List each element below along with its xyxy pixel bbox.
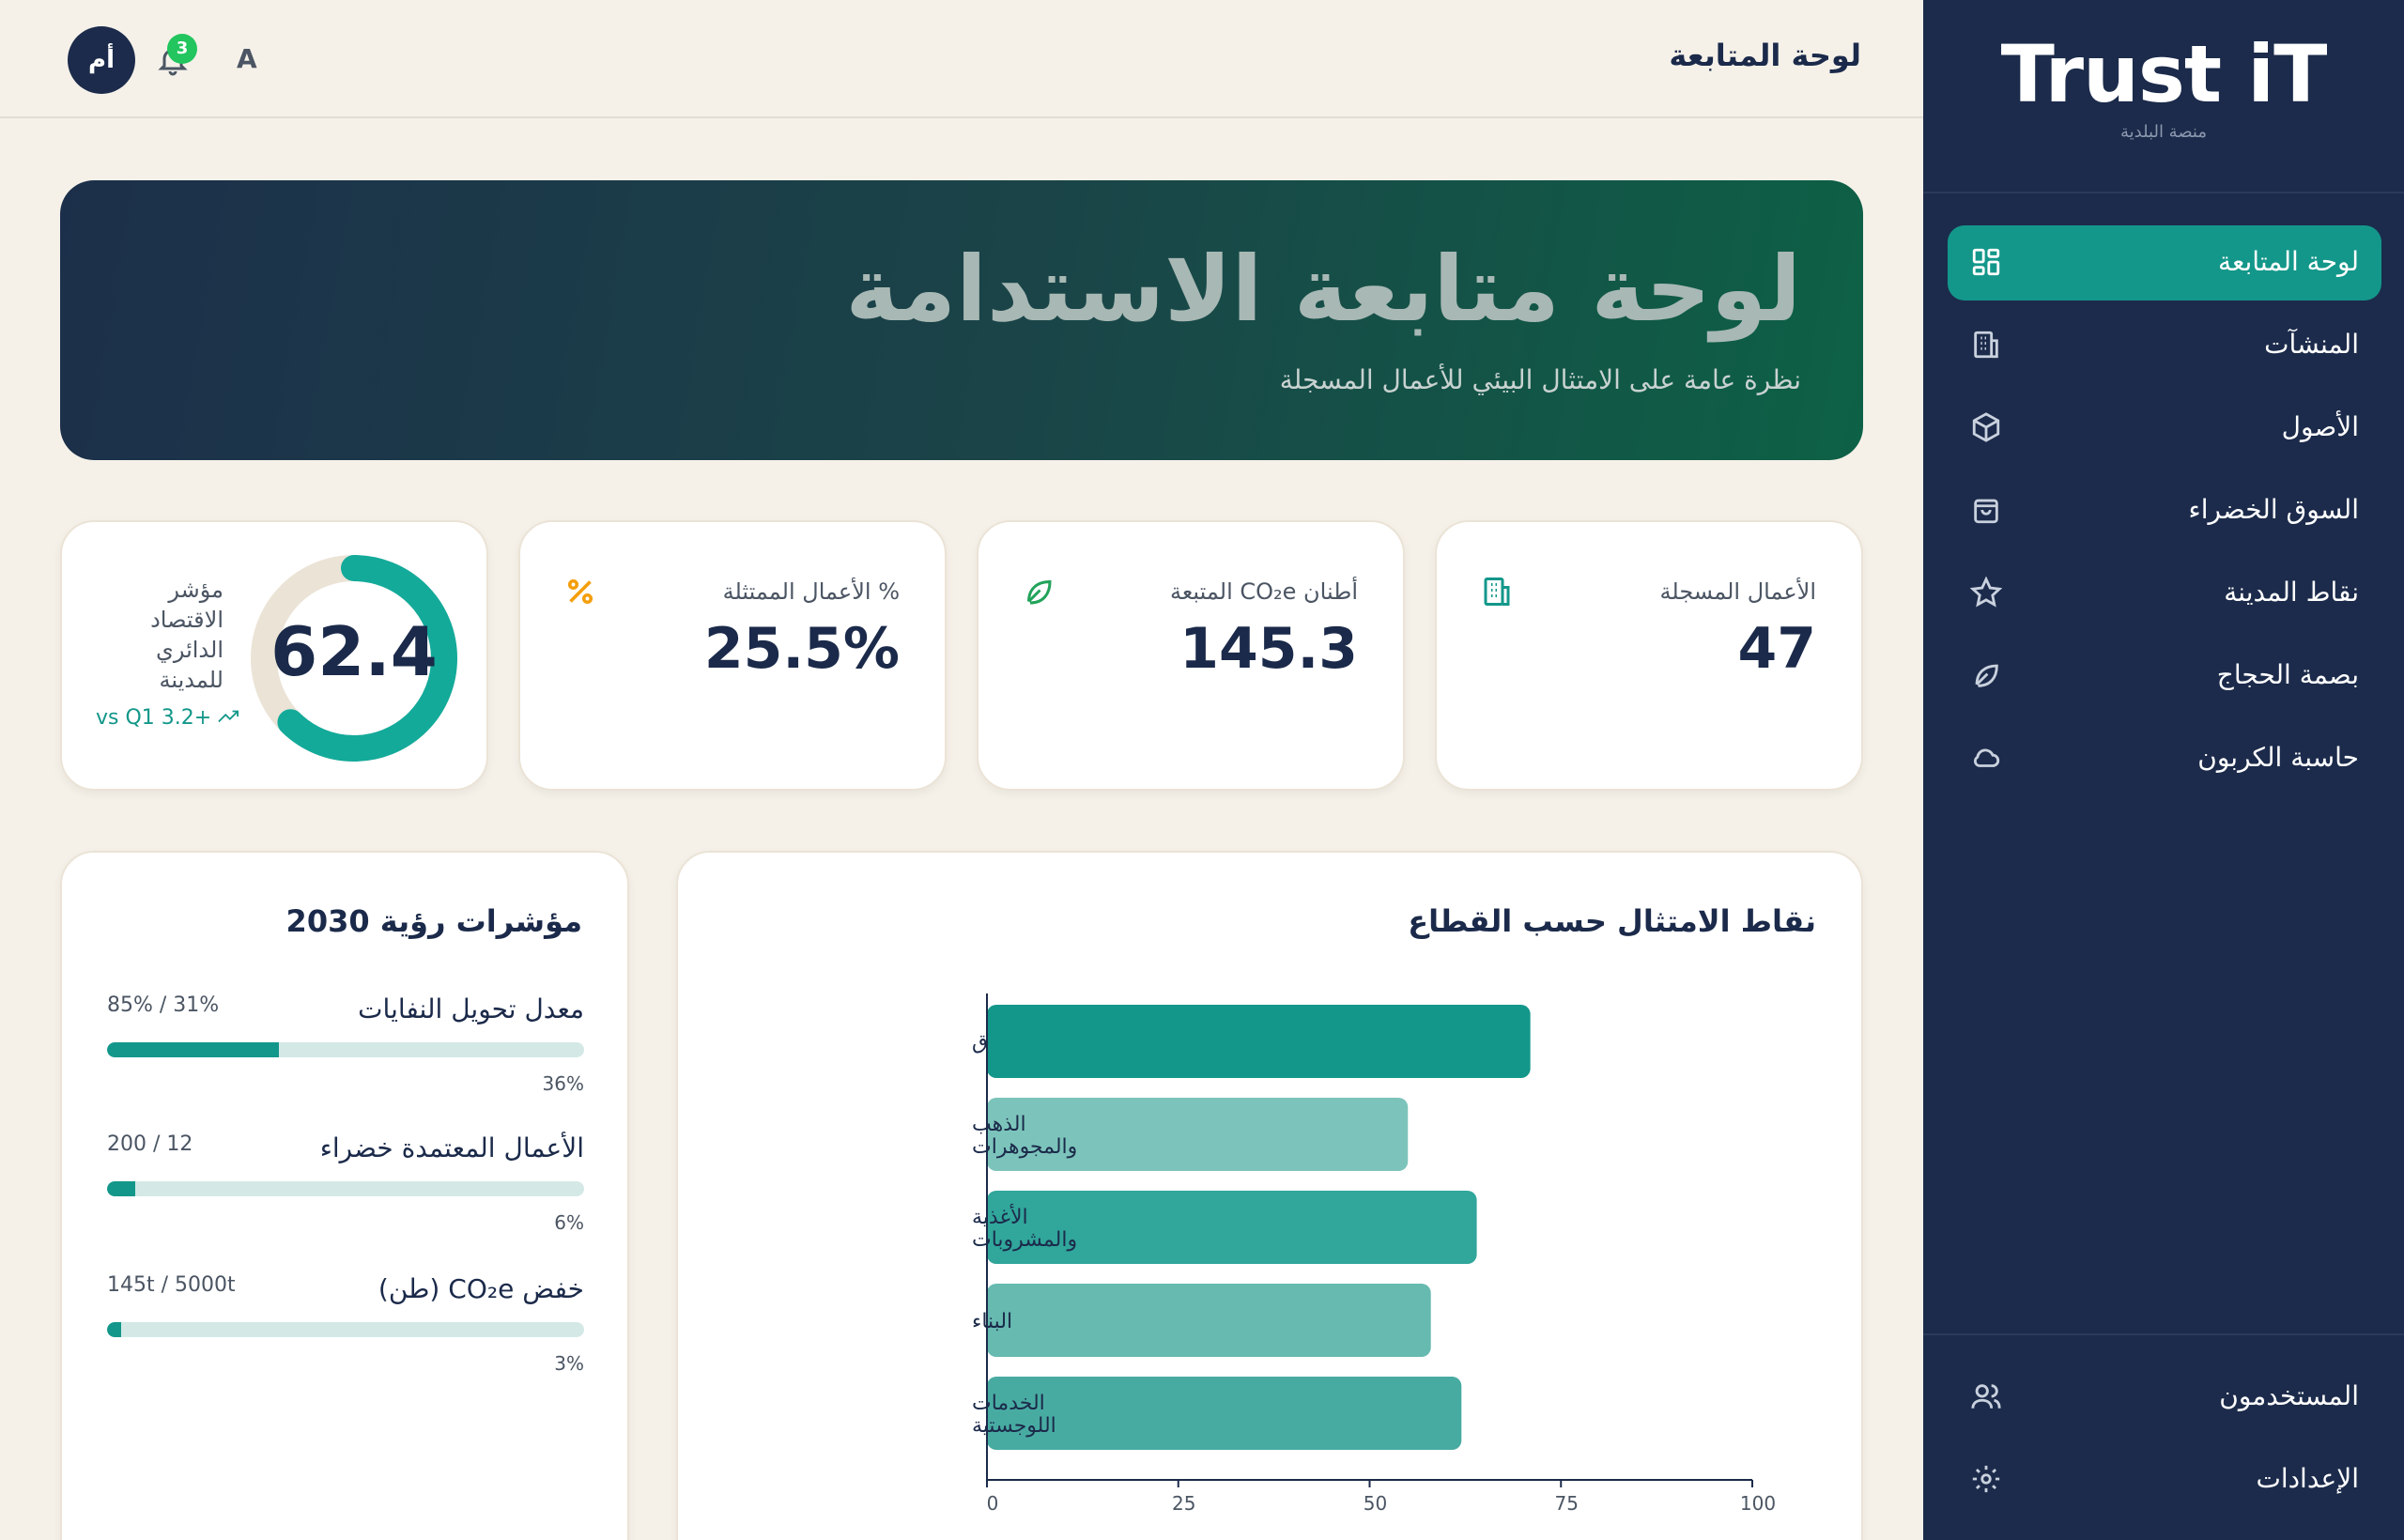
sector-compliance-chart-card: نقاط الامتثال حسب القطاع ق الذهب والمجوهرا… — [676, 851, 1863, 1540]
star-icon — [1969, 576, 2003, 608]
chart-category-label: الأغذية — [972, 1204, 1028, 1229]
chart-category-label: البناء — [972, 1310, 1012, 1333]
chart-tick-label: 50 — [1364, 1492, 1387, 1515]
kpi-name: خفض CO₂e (طن) — [378, 1273, 584, 1304]
kpi-progress-fill — [107, 1322, 122, 1337]
stat-card-registered-businesses: الأعمال المسجلة 47 — [1435, 520, 1863, 791]
stat-card-co2-tons: أطنان CO₂e المتبعة 145.3 — [977, 520, 1405, 791]
chart-bar — [987, 1005, 1531, 1078]
stat-card-compliant-percent: % الأعمال الممتثلة 25.5% — [518, 520, 947, 791]
kpi-ratio: 85% / 31% — [107, 993, 220, 1017]
chart-bar — [987, 1191, 1477, 1264]
stat-value: 47 — [1737, 616, 1817, 682]
building-icon — [1970, 329, 2002, 361]
kpi-ratio: 200 / 12 — [107, 1132, 193, 1156]
chart-category-label: ق — [972, 1031, 988, 1055]
chart-category-label: اللوجستية — [972, 1414, 1056, 1438]
kpi-percent: 36% — [542, 1072, 584, 1095]
vision-2030-card: مؤشرات رؤية 2030 معدل تحويل النفايات 85%… — [60, 851, 629, 1540]
kpi-ratio: 145t / 5000t — [107, 1273, 236, 1297]
kpi-progress-track — [107, 1181, 584, 1196]
chart-bar — [987, 1098, 1409, 1171]
brand-subtitle: منصة البلدية — [2119, 122, 2208, 142]
dashboard-icon — [1970, 246, 2002, 278]
leaf-icon — [1970, 659, 2002, 691]
sidebar-item-label: حاسبة الكربون — [2197, 742, 2359, 773]
chart-category-label: الخدمات — [972, 1392, 1045, 1415]
kpi-progress-track — [107, 1042, 584, 1057]
trending-up-icon — [218, 710, 239, 723]
sidebar-item-dashboard[interactable]: لوحة المتابعة — [1948, 225, 2381, 300]
chart-bar — [987, 1377, 1462, 1450]
chart-tick-label: 25 — [1172, 1492, 1195, 1515]
page-title: لوحة المتابعة — [1669, 38, 1861, 73]
language-toggle-button[interactable]: A — [237, 43, 257, 74]
gauge-delta: vs Q1 3.2+ — [96, 706, 239, 730]
sidebar-item-green-market[interactable]: السوق الخضراء — [1948, 473, 2381, 548]
sidebar-item-settings[interactable]: الإعدادات — [1948, 1442, 2381, 1517]
brand-header: Trust iT منصة البلدية — [1923, 0, 2404, 193]
hero-title: لوحة متابعة الاستدامة — [845, 237, 1801, 342]
sidebar: Trust iT منصة البلدية لوحة المتابعة المن… — [1923, 0, 2404, 1540]
settings-icon — [1970, 1463, 2002, 1495]
sidebar-divider — [1923, 1333, 2404, 1335]
kpi-name: الأعمال المعتمدة خضراء — [319, 1132, 584, 1163]
users-icon — [1970, 1380, 2002, 1412]
sidebar-item-label: نقاط المدينة — [2224, 577, 2359, 608]
shopping-bag-icon — [1970, 494, 2002, 526]
sidebar-item-label: لوحة المتابعة — [2217, 246, 2359, 277]
sidebar-item-assets[interactable]: الأصول — [1948, 391, 2381, 466]
circular-economy-card: 62.4 مؤشر الاقتصاد الدائري للمدينة vs Q1… — [60, 520, 488, 791]
top-bar: لوحة المتابعة أم 3 A — [0, 0, 1923, 118]
sidebar-item-label: الإعدادات — [2256, 1463, 2359, 1494]
chart-tick-label: 0 — [987, 1492, 999, 1515]
chart-tick-label: 100 — [1740, 1492, 1776, 1515]
sidebar-item-city-points[interactable]: نقاط المدينة — [1948, 556, 2381, 631]
percent-icon — [563, 575, 597, 608]
sidebar-item-label: المنشآت — [2264, 329, 2359, 360]
sidebar-item-label: بصمة الحجاج — [2216, 659, 2359, 690]
kpi-progress-fill — [107, 1181, 136, 1196]
chart-bar — [987, 1284, 1431, 1357]
sidebar-item-facilities[interactable]: المنشآت — [1948, 308, 2381, 383]
chart-category-label: الذهب — [972, 1113, 1026, 1136]
gauge-label: مؤشر الاقتصاد الدائري للمدينة — [150, 577, 223, 693]
sidebar-item-carbon-calculator[interactable]: حاسبة الكربون — [1948, 721, 2381, 796]
leaf-icon — [1022, 575, 1056, 608]
stat-label: الأعمال المسجلة — [1659, 578, 1817, 605]
stat-value: 145.3 — [1179, 616, 1358, 682]
stat-value: 25.5% — [703, 616, 900, 682]
hero-subtitle: نظرة عامة على الامتثال البيئي للأعمال ال… — [1279, 364, 1801, 395]
sidebar-item-label: السوق الخضراء — [2188, 494, 2359, 525]
avatar[interactable]: أم — [68, 26, 135, 94]
sidebar-item-label: الأصول — [2281, 411, 2359, 442]
delta-text: vs Q1 3.2+ — [96, 706, 212, 730]
box-icon — [1970, 411, 2002, 443]
cloud-icon — [1970, 742, 2002, 774]
sidebar-item-users[interactable]: المستخدمون — [1948, 1360, 2381, 1435]
section-title: مؤشرات رؤية 2030 — [285, 903, 582, 939]
kpi-name: معدل تحويل النفايات — [358, 993, 584, 1024]
kpi-percent: 3% — [554, 1352, 584, 1375]
chart-tick-label: 75 — [1555, 1492, 1579, 1515]
notification-badge: 3 — [167, 34, 197, 64]
kpi-progress-fill — [107, 1042, 279, 1057]
brand-logo: Trust iT — [2000, 28, 2328, 120]
building-icon — [1480, 575, 1514, 608]
gauge-value: 62.4 — [270, 612, 438, 691]
sidebar-item-label: المستخدمون — [2219, 1380, 2359, 1411]
hero-banner: لوحة متابعة الاستدامة نظرة عامة على الام… — [60, 180, 1863, 460]
sidebar-item-pilgrims-footprint[interactable]: بصمة الحجاج — [1948, 639, 2381, 714]
stat-label: أطنان CO₂e المتبعة — [1169, 578, 1358, 605]
kpi-progress-track — [107, 1322, 584, 1337]
sector-compliance-bar-chart: قالذهبوالمجوهراتالأغذيةوالمشروباتالبناءا… — [972, 993, 1776, 1515]
stat-label: % الأعمال الممتثلة — [722, 578, 900, 605]
kpi-percent: 6% — [554, 1211, 584, 1234]
